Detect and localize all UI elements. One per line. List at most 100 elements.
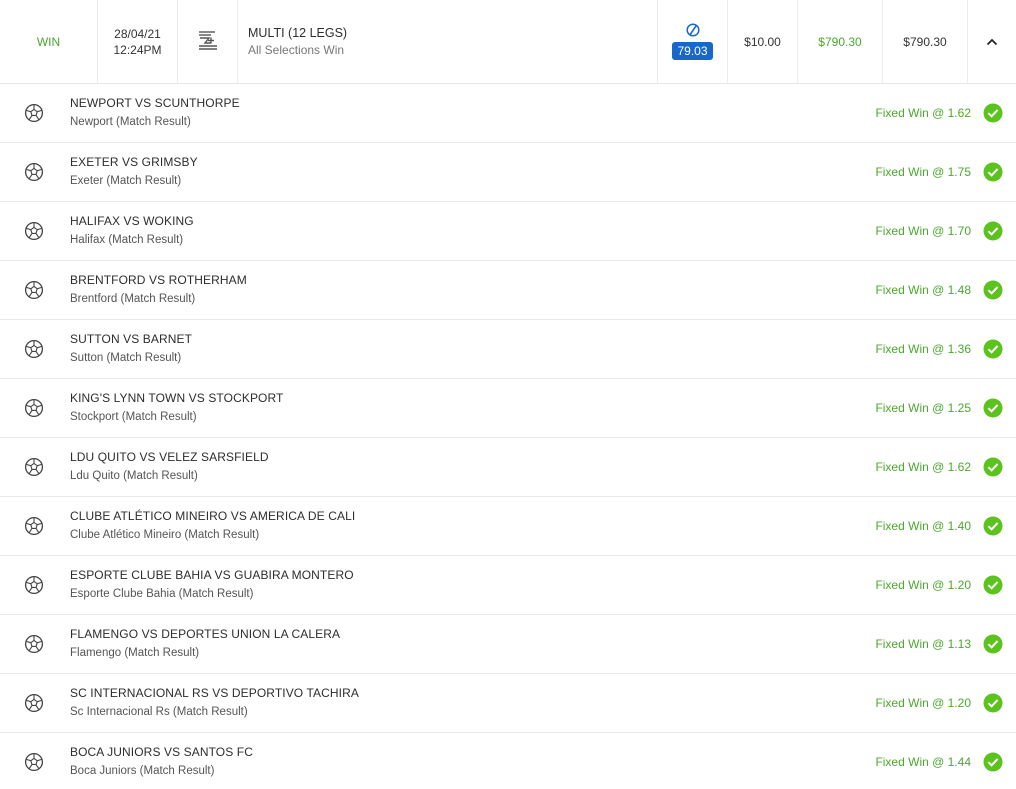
leg-text: HALIFAX VS WOKING Halifax (Match Result) — [70, 212, 875, 250]
odds-badge: 79.03 — [672, 42, 713, 60]
leg-event-name: NEWPORT VS SCUNTHORPE — [70, 96, 240, 110]
leg-event-name: KING'S LYNN TOWN VS STOCKPORT — [70, 391, 284, 405]
bet-leg-row: KING'S LYNN TOWN VS STOCKPORT Stockport … — [0, 379, 1016, 438]
bet-return: $790.30 — [798, 0, 883, 83]
leg-selection: Ldu Quito (Match Result) — [70, 470, 198, 482]
leg-event-name: FLAMENGO VS DEPORTES UNION LA CALERA — [70, 627, 341, 641]
soccer-ball-icon — [24, 280, 44, 300]
bet-leg-row: LDU QUITO VS VELEZ SARSFIELD Ldu Quito (… — [0, 438, 1016, 497]
check-circle-icon — [983, 103, 1003, 123]
bet-card: WIN 28/04/21 12:24PM MULTI (12 LEGS) All… — [0, 0, 1016, 789]
bet-time: 12:24PM — [113, 42, 162, 57]
soccer-ball-icon — [24, 575, 44, 595]
check-circle-icon — [983, 339, 1003, 359]
soccer-ball-icon — [24, 457, 44, 477]
soccer-ball-icon — [24, 693, 44, 713]
leg-selection: Boca Juniors (Match Result) — [70, 765, 215, 777]
leg-event-name: ESPORTE CLUBE BAHIA VS GUABIRA MONTERO — [70, 568, 354, 582]
bet-leg-row: SUTTON VS BARNET Sutton (Match Result) F… — [0, 320, 1016, 379]
leg-event-name: HALIFAX VS WOKING — [70, 214, 194, 228]
leg-text: NEWPORT VS SCUNTHORPE Newport (Match Res… — [70, 94, 875, 132]
bet-leg-row: FLAMENGO VS DEPORTES UNION LA CALERA Fla… — [0, 615, 1016, 674]
bet-date: 28/04/21 — [114, 26, 161, 41]
chevron-up-icon[interactable] — [986, 35, 998, 49]
leg-selection: Clube Atlético Mineiro (Match Result) — [70, 529, 260, 541]
leg-text: BOCA JUNIORS VS SANTOS FC Boca Juniors (… — [70, 743, 875, 781]
leg-result: Fixed Win @ 1.75 — [875, 165, 971, 179]
soccer-ball-icon — [24, 162, 44, 182]
leg-selection: Newport (Match Result) — [70, 116, 191, 128]
bet-type-icon-cell — [178, 0, 238, 83]
bet-leg-row: CLUBE ATLÉTICO MINEIRO VS AMERICA DE CAL… — [0, 497, 1016, 556]
leg-result: Fixed Win @ 1.20 — [875, 578, 971, 592]
bet-stake: $10.00 — [728, 0, 798, 83]
leg-event-name: BOCA JUNIORS VS SANTOS FC — [70, 745, 253, 759]
bet-leg-row: BOCA JUNIORS VS SANTOS FC Boca Juniors (… — [0, 733, 1016, 789]
leg-selection: Sc Internacional Rs (Match Result) — [70, 706, 248, 718]
soccer-ball-icon — [24, 634, 44, 654]
bet-type-subtitle: All Selections Win — [248, 42, 345, 57]
leg-selection: Esporte Clube Bahia (Match Result) — [70, 588, 254, 600]
leg-selection: Flamengo (Match Result) — [70, 647, 200, 659]
leg-text: ESPORTE CLUBE BAHIA VS GUABIRA MONTERO E… — [70, 566, 875, 604]
bet-odds-cell: 79.03 — [658, 0, 728, 83]
leg-text: BRENTFORD VS ROTHERHAM Brentford (Match … — [70, 271, 875, 309]
multi-bet-icon — [197, 29, 219, 54]
leg-result: Fixed Win @ 1.20 — [875, 696, 971, 710]
leg-selection: Stockport (Match Result) — [70, 411, 197, 423]
soccer-ball-icon — [24, 752, 44, 772]
check-circle-icon — [983, 693, 1003, 713]
leg-text: KING'S LYNN TOWN VS STOCKPORT Stockport … — [70, 389, 875, 427]
bet-leg-row: BRENTFORD VS ROTHERHAM Brentford (Match … — [0, 261, 1016, 320]
bet-summary-header[interactable]: WIN 28/04/21 12:24PM MULTI (12 LEGS) All… — [0, 0, 1016, 84]
leg-text: FLAMENGO VS DEPORTES UNION LA CALERA Fla… — [70, 625, 875, 663]
bet-leg-row: NEWPORT VS SCUNTHORPE Newport (Match Res… — [0, 84, 1016, 143]
leg-text: SC INTERNACIONAL RS VS DEPORTIVO TACHIRA… — [70, 684, 875, 722]
leg-text: CLUBE ATLÉTICO MINEIRO VS AMERICA DE CAL… — [70, 507, 875, 545]
bet-datetime: 28/04/21 12:24PM — [98, 0, 178, 83]
check-circle-icon — [983, 634, 1003, 654]
check-circle-icon — [983, 752, 1003, 772]
collapse-toggle[interactable] — [968, 0, 1016, 83]
leg-selection: Brentford (Match Result) — [70, 293, 196, 305]
leg-result: Fixed Win @ 1.13 — [875, 637, 971, 651]
soccer-ball-icon — [24, 103, 44, 123]
leg-text: LDU QUITO VS VELEZ SARSFIELD Ldu Quito (… — [70, 448, 875, 486]
bet-legs-list: NEWPORT VS SCUNTHORPE Newport (Match Res… — [0, 84, 1016, 789]
promo-disc-icon — [685, 23, 700, 40]
leg-event-name: EXETER VS GRIMSBY — [70, 155, 198, 169]
bet-status: WIN — [0, 0, 98, 83]
soccer-ball-icon — [24, 339, 44, 359]
leg-selection: Exeter (Match Result) — [70, 175, 182, 187]
bet-leg-row: ESPORTE CLUBE BAHIA VS GUABIRA MONTERO E… — [0, 556, 1016, 615]
leg-event-name: BRENTFORD VS ROTHERHAM — [70, 273, 247, 287]
bet-type: MULTI (12 LEGS) All Selections Win — [238, 0, 658, 83]
bet-leg-row: HALIFAX VS WOKING Halifax (Match Result)… — [0, 202, 1016, 261]
bet-payout: $790.30 — [883, 0, 968, 83]
leg-text: EXETER VS GRIMSBY Exeter (Match Result) — [70, 153, 875, 191]
leg-result: Fixed Win @ 1.70 — [875, 224, 971, 238]
check-circle-icon — [983, 162, 1003, 182]
leg-selection: Sutton (Match Result) — [70, 352, 182, 364]
leg-result: Fixed Win @ 1.25 — [875, 401, 971, 415]
bet-leg-row: EXETER VS GRIMSBY Exeter (Match Result) … — [0, 143, 1016, 202]
leg-selection: Halifax (Match Result) — [70, 234, 184, 246]
leg-event-name: SC INTERNACIONAL RS VS DEPORTIVO TACHIRA — [70, 686, 359, 700]
leg-result: Fixed Win @ 1.48 — [875, 283, 971, 297]
leg-result: Fixed Win @ 1.44 — [875, 755, 971, 769]
leg-event-name: SUTTON VS BARNET — [70, 332, 193, 346]
leg-event-name: LDU QUITO VS VELEZ SARSFIELD — [70, 450, 269, 464]
leg-result: Fixed Win @ 1.62 — [875, 106, 971, 120]
bet-leg-row: SC INTERNACIONAL RS VS DEPORTIVO TACHIRA… — [0, 674, 1016, 733]
check-circle-icon — [983, 398, 1003, 418]
check-circle-icon — [983, 516, 1003, 536]
leg-event-name: CLUBE ATLÉTICO MINEIRO VS AMERICA DE CAL… — [70, 509, 356, 523]
soccer-ball-icon — [24, 516, 44, 536]
soccer-ball-icon — [24, 398, 44, 418]
check-circle-icon — [983, 280, 1003, 300]
check-circle-icon — [983, 221, 1003, 241]
bet-type-title: MULTI (12 LEGS) — [248, 25, 348, 40]
leg-result: Fixed Win @ 1.62 — [875, 460, 971, 474]
check-circle-icon — [983, 575, 1003, 595]
leg-result: Fixed Win @ 1.36 — [875, 342, 971, 356]
